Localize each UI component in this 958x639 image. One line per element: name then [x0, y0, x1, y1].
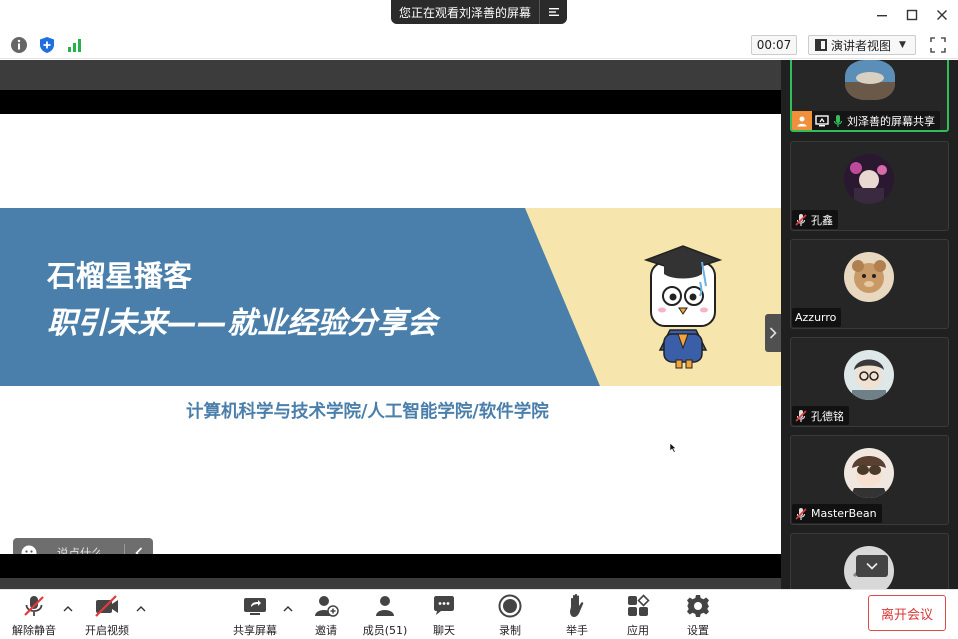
- chat-label: 聊天: [433, 624, 455, 637]
- avatar: [844, 350, 894, 400]
- record-label: 录制: [499, 624, 521, 637]
- screen-share-icon: [815, 114, 829, 127]
- letterbox-bottom: [0, 554, 781, 578]
- info-icon[interactable]: [10, 36, 28, 54]
- mic-on-icon: [833, 114, 843, 128]
- participant-tile[interactable]: MasterBean: [790, 435, 949, 525]
- avatar: [845, 60, 895, 100]
- start-video-label: 开启视频: [85, 624, 129, 637]
- slide-title-line2: 职引未来——就业经验分享会: [47, 306, 437, 341]
- members-label: 成员(51): [362, 624, 408, 637]
- list-menu-icon[interactable]: [540, 0, 567, 24]
- participant-name: 孔鑫: [811, 213, 833, 227]
- quick-chat-input[interactable]: 说点什么...: [13, 538, 153, 554]
- share-screen-icon: [242, 592, 268, 620]
- participant-tile[interactable]: 孔德铭: [790, 337, 949, 427]
- chevron-down-icon: ▼: [899, 40, 906, 50]
- raise-hand-label: 举手: [566, 624, 588, 637]
- participant-name-tag: MasterBean: [792, 504, 882, 523]
- emoji-icon[interactable]: [13, 545, 45, 554]
- participant-tile[interactable]: Azzurro: [790, 239, 949, 329]
- participant-name: Azzurro: [795, 311, 837, 324]
- mic-muted-icon: [23, 592, 45, 620]
- invite-button[interactable]: 邀请: [311, 592, 341, 638]
- chat-placeholder: 说点什么...: [57, 545, 114, 555]
- participant-name-tag: 孔鑫: [792, 210, 838, 229]
- mic-muted-icon: [795, 213, 807, 227]
- members-button[interactable]: 成员(51): [362, 592, 408, 638]
- participant-name: 孔德铭: [811, 409, 844, 423]
- record-icon: [498, 592, 522, 620]
- chevron-up-icon[interactable]: [136, 604, 146, 615]
- share-banner-text: 您正在观看刘泽善的屏幕: [399, 5, 532, 20]
- participant-tile[interactable]: 孔鑫: [790, 141, 949, 231]
- mic-muted-icon: [795, 409, 807, 423]
- view-mode-label: 演讲者视图: [831, 38, 892, 53]
- avatar: [844, 448, 894, 498]
- letterbox-top: [0, 90, 781, 114]
- meeting-timer: 00:07: [751, 35, 797, 55]
- record-button[interactable]: 录制: [496, 592, 524, 638]
- title-bar: 您正在观看刘泽善的屏幕: [0, 0, 958, 30]
- signal-bars-icon[interactable]: [66, 36, 84, 54]
- invite-label: 邀请: [315, 624, 337, 637]
- apps-label: 应用: [627, 624, 649, 637]
- meeting-toolbar: 解除静音 开启视频 共享屏幕 邀请 成员(51) 聊天 录制 举手 应用 设置 …: [0, 589, 958, 639]
- participant-name-tag: 孔德铭: [792, 406, 849, 425]
- chat-button[interactable]: 聊天: [430, 592, 458, 638]
- presentation-slide: 石榴星播客 职引未来——就业经验分享会 计算机科学与技术学院/人工智能学院/软件…: [0, 114, 781, 554]
- fullscreen-icon[interactable]: [929, 36, 947, 54]
- slide-title-line1: 石榴星播客: [47, 259, 193, 293]
- status-bar: 00:07 演讲者视图 ▼: [0, 30, 958, 59]
- unmute-button[interactable]: 解除静音: [10, 592, 58, 638]
- raise-hand-button[interactable]: 举手: [563, 592, 591, 638]
- shield-icon[interactable]: [38, 36, 56, 54]
- shared-screen-area: 石榴星播客 职引未来——就业经验分享会 计算机科学与技术学院/人工智能学院/软件…: [0, 60, 781, 589]
- chevron-left-icon[interactable]: [125, 546, 153, 554]
- chevron-up-icon[interactable]: [63, 604, 73, 615]
- gallery-scroll-down-button[interactable]: [856, 555, 888, 577]
- video-off-icon: [94, 592, 120, 620]
- slide-subtitle: 计算机科学与技术学院/人工智能学院/软件学院: [186, 402, 549, 422]
- share-screen-button[interactable]: 共享屏幕: [231, 592, 279, 638]
- avatar: [844, 252, 894, 302]
- share-screen-label: 共享屏幕: [233, 624, 277, 637]
- view-mode-dropdown[interactable]: 演讲者视图 ▼: [808, 35, 916, 55]
- graduate-mascot-icon: [643, 245, 723, 369]
- participant-name: 刘泽善的屏幕共享: [847, 114, 935, 128]
- person-icon: [792, 111, 812, 130]
- participant-tile[interactable]: 刘泽善的屏幕共享: [790, 60, 949, 132]
- mic-muted-icon: [795, 507, 807, 521]
- chat-bubble-icon: [432, 592, 456, 620]
- collapse-gallery-handle[interactable]: [765, 314, 781, 352]
- maximize-icon[interactable]: [902, 5, 922, 25]
- apps-grid-icon: [626, 592, 650, 620]
- screen-share-banner[interactable]: 您正在观看刘泽善的屏幕: [391, 0, 567, 24]
- speaker-view-icon: [815, 39, 827, 51]
- participant-name-tag: Azzurro: [792, 308, 842, 327]
- participant-gallery: 刘泽善的屏幕共享 孔鑫 Azzurro 孔德铭 MasterBean: [781, 60, 958, 589]
- avatar: [844, 154, 894, 204]
- person-icon: [373, 592, 397, 620]
- close-icon[interactable]: [932, 5, 952, 25]
- unmute-label: 解除静音: [12, 624, 56, 637]
- minimize-icon[interactable]: [872, 5, 892, 25]
- start-video-button[interactable]: 开启视频: [84, 592, 130, 638]
- leave-meeting-button[interactable]: 离开会议: [868, 595, 946, 631]
- participant-name-tag: 刘泽善的屏幕共享: [792, 111, 940, 130]
- settings-button[interactable]: 设置: [684, 592, 712, 638]
- chevron-up-icon[interactable]: [283, 604, 293, 615]
- mouse-cursor-icon: [669, 442, 677, 453]
- settings-label: 设置: [687, 624, 709, 637]
- gear-icon: [686, 592, 710, 620]
- add-person-icon: [313, 592, 339, 620]
- slide-blue-band: [0, 208, 600, 386]
- raise-hand-icon: [566, 592, 588, 620]
- participant-name: MasterBean: [811, 507, 877, 520]
- apps-button[interactable]: 应用: [624, 592, 652, 638]
